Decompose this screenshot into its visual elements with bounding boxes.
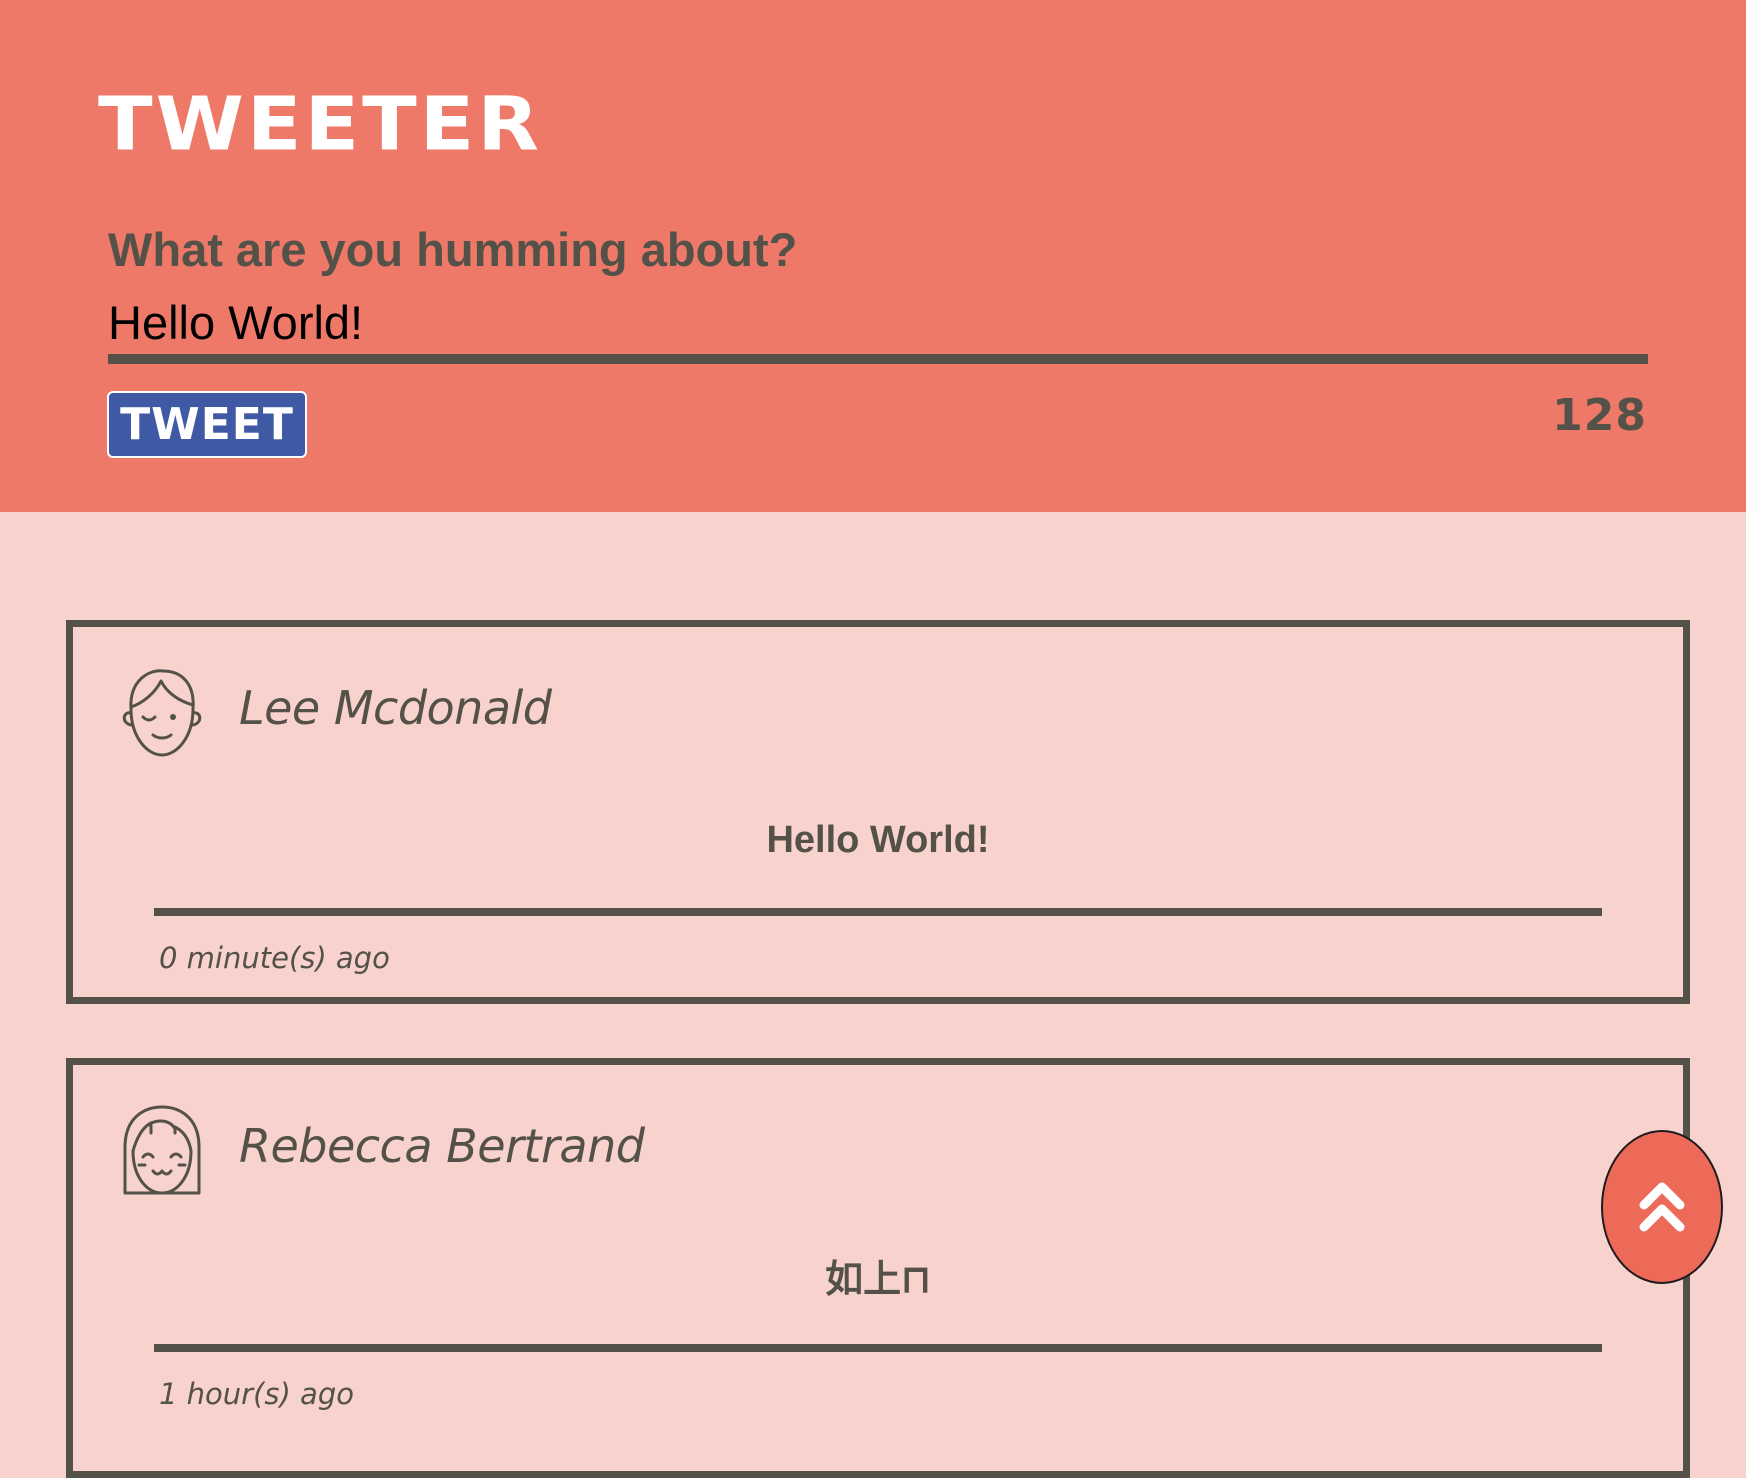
double-chevron-up-icon: [1639, 1182, 1685, 1232]
tweet-author: Lee Mcdonald: [239, 681, 552, 735]
girl-face-avatar-icon: [123, 1105, 201, 1195]
character-counter: 128: [1552, 390, 1647, 441]
page-header: TWEETER What are you humming about? TWEE…: [0, 0, 1746, 512]
tweet-content: 如上⊓: [825, 1259, 931, 1301]
tweet-card: Rebecca Bertrand 如上⊓ 1 hour(s) ago: [66, 1058, 1690, 1478]
tweet-input[interactable]: [108, 292, 1648, 364]
boy-face-avatar-icon: [122, 669, 202, 757]
tweet-content: Hello World!: [766, 819, 990, 861]
tweet-divider: [154, 908, 1602, 916]
app-title: TWEETER: [98, 81, 542, 168]
tweet-timestamp: 1 hour(s) ago: [159, 1377, 354, 1411]
tweet-button[interactable]: TWEET: [107, 391, 307, 458]
scroll-to-top-button[interactable]: [1601, 1130, 1723, 1284]
tweet-card: Lee Mcdonald Hello World! 0 minute(s) ag…: [66, 620, 1690, 1004]
tweet-timestamp: 0 minute(s) ago: [159, 941, 390, 975]
tweet-author: Rebecca Bertrand: [239, 1119, 645, 1173]
compose-label: What are you humming about?: [108, 223, 798, 276]
tweet-divider: [154, 1344, 1602, 1352]
